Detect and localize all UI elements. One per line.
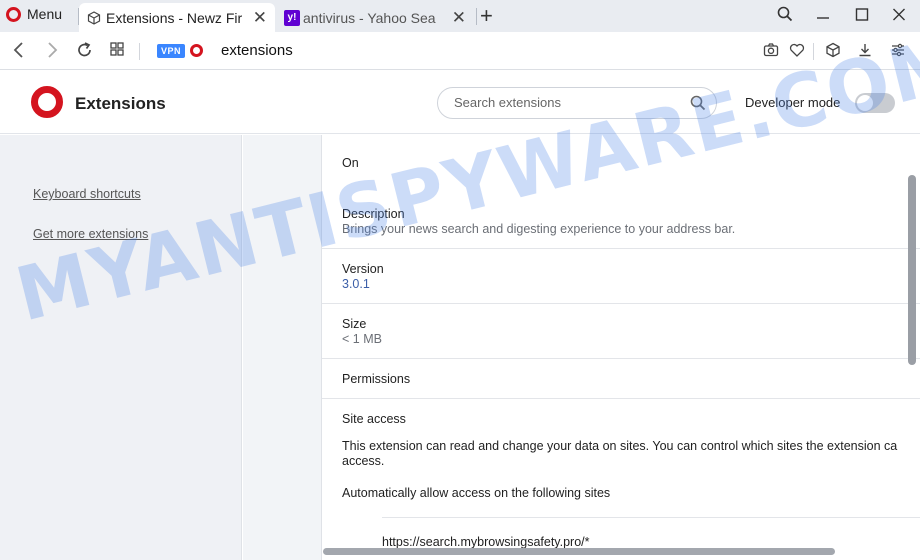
heart-icon[interactable]	[789, 42, 805, 63]
version-row: Version 3.0.1	[322, 249, 920, 304]
version-label: Version	[342, 262, 384, 276]
tab-yahoo-search[interactable]: y! antivirus - Yahoo Sea ✕	[276, 3, 474, 32]
easy-setup-icon[interactable]	[890, 42, 906, 63]
description-label: Description	[342, 207, 405, 221]
content-gutter	[243, 135, 322, 560]
tab-separator	[476, 8, 477, 25]
version-value: 3.0.1	[342, 277, 370, 291]
horizontal-scrollbar[interactable]	[323, 548, 835, 555]
reload-button[interactable]	[76, 41, 93, 63]
cube-icon	[87, 10, 101, 25]
search-input[interactable]	[454, 95, 674, 110]
site-access-text: This extension can read and change your …	[342, 439, 898, 453]
extensions-header: Extensions Developer mode	[0, 71, 920, 134]
permissions-row[interactable]: Permissions	[322, 359, 920, 399]
new-tab-button[interactable]: +	[480, 3, 493, 29]
menu-label: Menu	[27, 6, 63, 22]
size-label: Size	[342, 317, 367, 331]
tab-strip: Menu Extensions - Newz Fir ✕ y! antiviru…	[0, 0, 920, 32]
vpn-badge[interactable]: VPN	[157, 44, 186, 58]
site-access-label: Site access	[342, 412, 406, 426]
permissions-label: Permissions	[342, 372, 411, 386]
status-text: On	[342, 156, 359, 170]
page-title: Extensions	[75, 94, 166, 113]
tab-title: Extensions - Newz Fir	[106, 9, 243, 26]
opera-menu-button[interactable]: Menu	[6, 6, 62, 22]
minimize-window-button[interactable]	[816, 6, 830, 28]
toolbar-separator	[139, 43, 140, 60]
speed-dial-grid-icon[interactable]	[109, 41, 125, 61]
search-box[interactable]	[437, 87, 717, 119]
opera-page-icon	[190, 44, 203, 57]
sidebar: Keyboard shortcuts Get more extensions	[0, 135, 242, 560]
developer-mode-label: Developer mode	[745, 95, 841, 110]
opera-logo-icon	[31, 86, 63, 118]
auto-allow-label: Automatically allow access on the follow…	[342, 486, 611, 500]
description-row: Description Brings your news search and …	[322, 193, 920, 249]
size-row: Size < 1 MB	[322, 304, 920, 359]
tab-title: antivirus - Yahoo Sea	[303, 9, 436, 26]
yahoo-icon: y!	[284, 9, 300, 26]
close-tab-icon[interactable]: ✕	[452, 9, 466, 26]
tab-extensions[interactable]: Extensions - Newz Fir ✕	[79, 3, 275, 32]
search-tabs-icon[interactable]	[777, 6, 793, 28]
url-text[interactable]: extensions	[221, 42, 293, 59]
close-window-button[interactable]	[892, 6, 906, 28]
forward-button[interactable]	[45, 41, 59, 63]
address-bar: VPN extensions	[0, 32, 920, 70]
allowed-site-entry[interactable]: https://search.mybrowsingsafety.pro/*	[382, 535, 590, 549]
toolbar-separator	[813, 43, 814, 60]
toggle-knob	[857, 95, 873, 111]
maximize-window-button[interactable]	[855, 6, 869, 28]
extensions-cube-icon[interactable]	[825, 42, 841, 63]
extension-details: On Description Brings your news search a…	[322, 135, 920, 560]
description-value: Brings your news search and digesting ex…	[342, 222, 736, 236]
close-tab-icon[interactable]: ✕	[253, 9, 267, 26]
site-access-text-continued: access.	[342, 454, 385, 468]
size-value: < 1 MB	[342, 332, 382, 346]
camera-icon[interactable]	[763, 42, 779, 63]
vertical-scrollbar[interactable]	[908, 175, 916, 365]
back-button[interactable]	[12, 41, 26, 63]
site-list-divider	[382, 517, 920, 518]
developer-mode-toggle[interactable]	[855, 93, 895, 113]
search-icon[interactable]	[690, 95, 706, 116]
download-icon[interactable]	[857, 42, 873, 63]
status-row: On	[322, 135, 920, 193]
get-more-extensions-link[interactable]: Get more extensions	[33, 227, 148, 241]
opera-logo-icon	[6, 6, 21, 22]
keyboard-shortcuts-link[interactable]: Keyboard shortcuts	[33, 187, 141, 201]
